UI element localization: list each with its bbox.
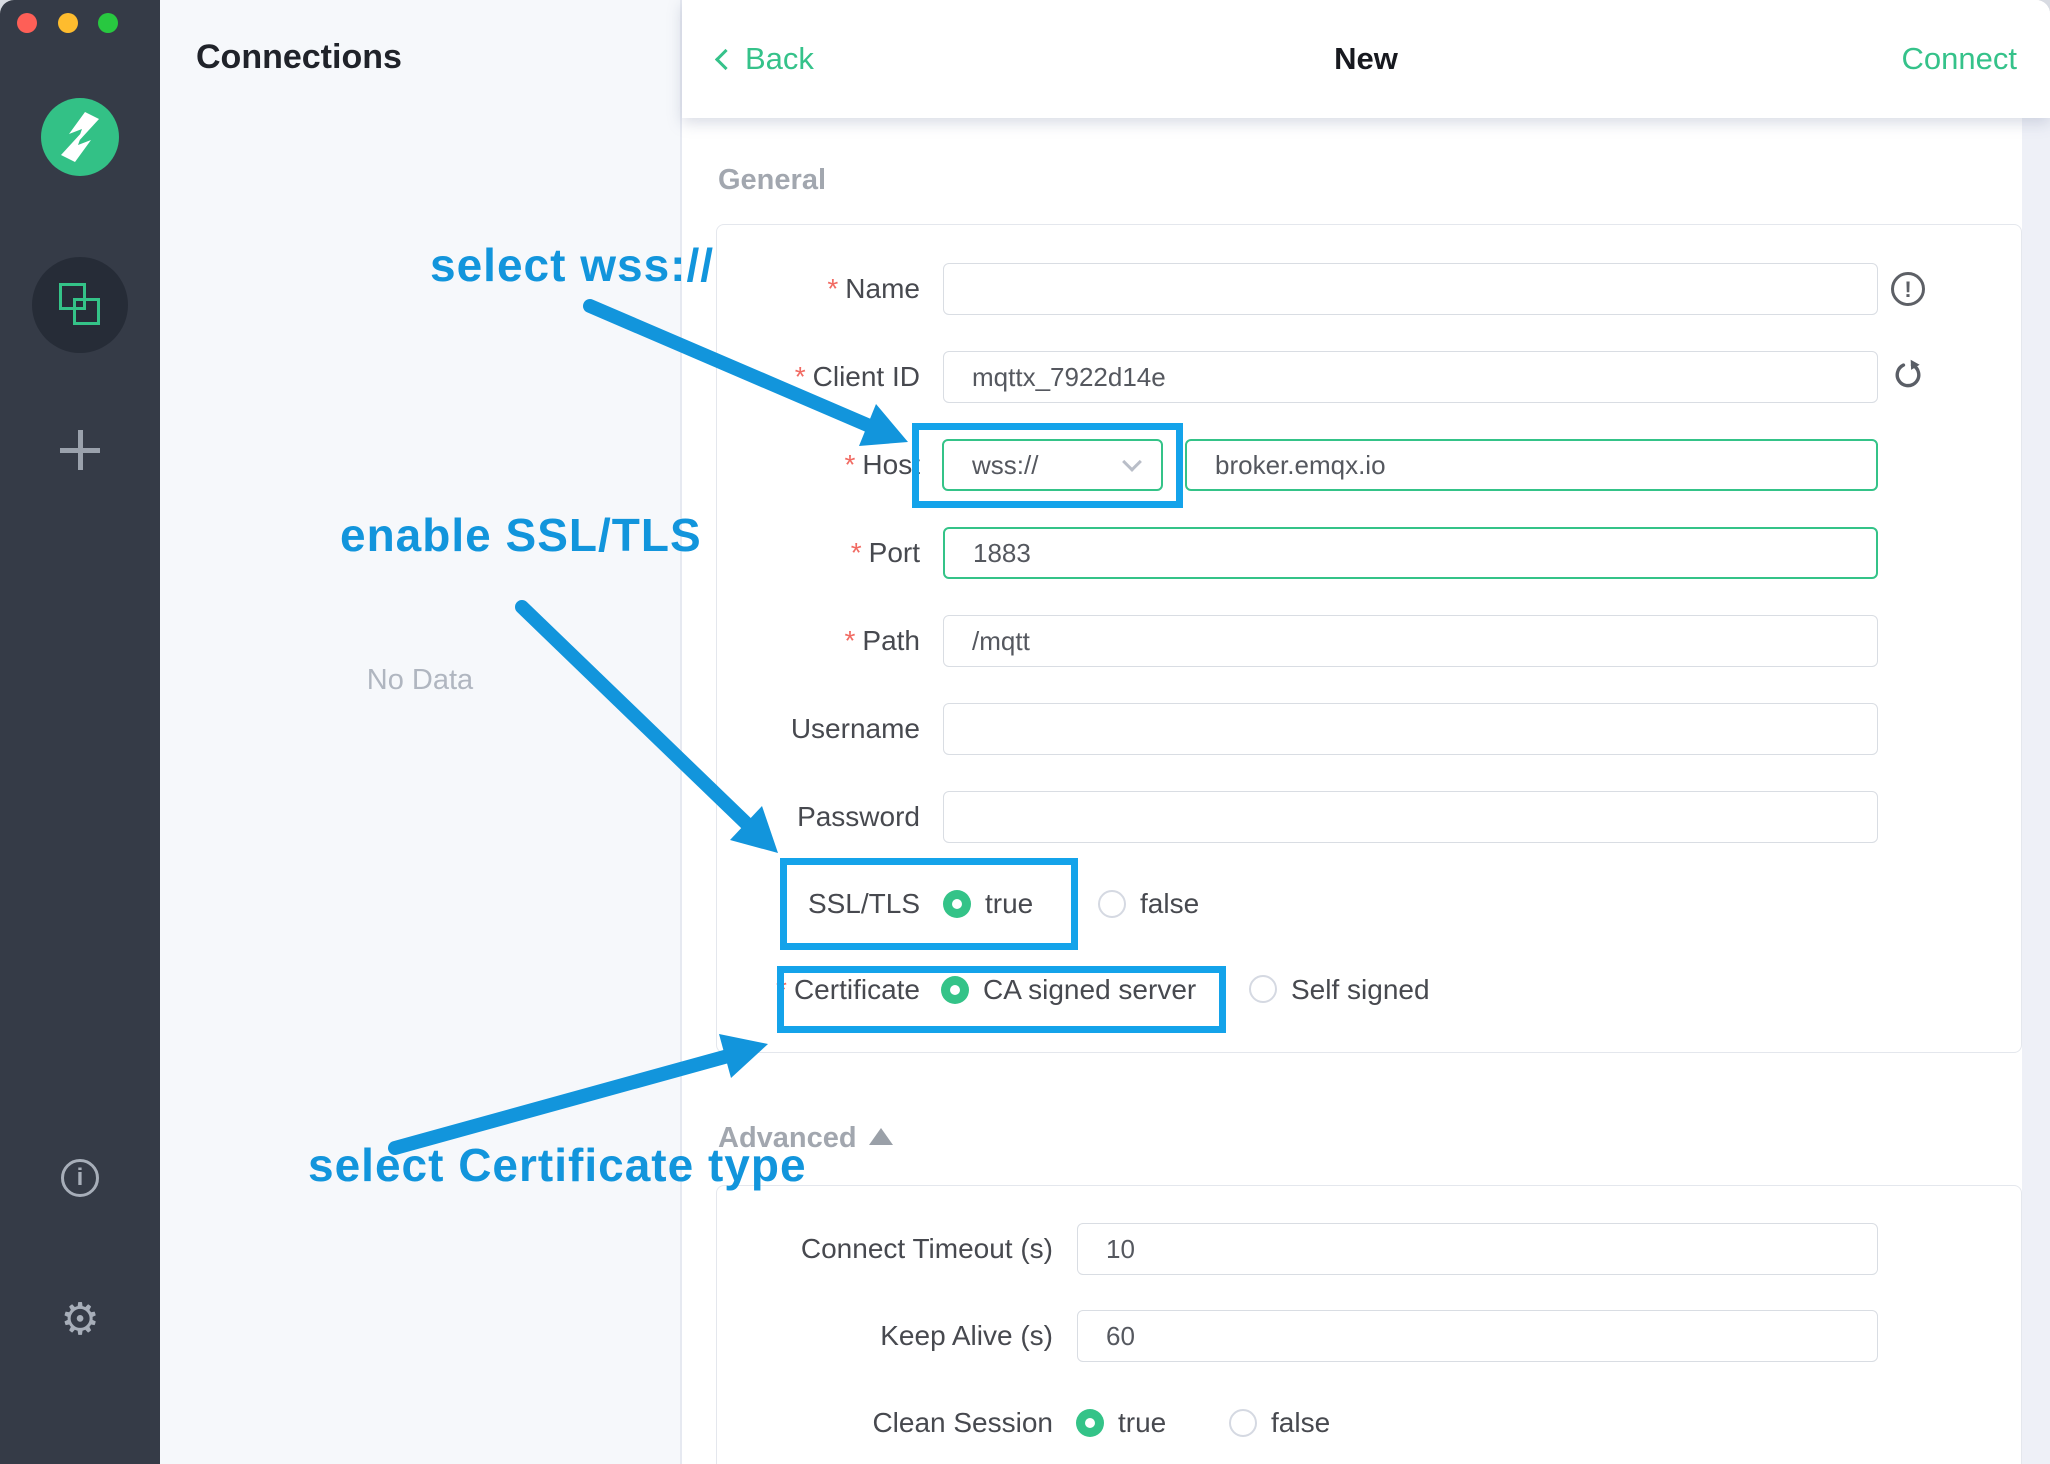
scrollbar-gutter[interactable]	[2022, 118, 2050, 1464]
annotation-select-wss: select wss://	[430, 238, 714, 292]
path-input[interactable]	[943, 615, 1878, 667]
client-id-label: *Client ID	[660, 351, 920, 403]
sidebar-item-connections[interactable]	[32, 257, 128, 353]
annotation-select-certificate: select Certificate type	[308, 1138, 807, 1192]
connect-button[interactable]: Connect	[1902, 30, 2017, 88]
certificate-self-radio-label[interactable]: Self signed	[1291, 964, 1430, 1016]
path-label: *Path	[660, 615, 920, 667]
zoom-window-button[interactable]	[98, 13, 118, 33]
clean-session-label: Clean Session	[733, 1397, 1053, 1449]
highlight-box-ssl	[780, 858, 1078, 950]
minimize-window-button[interactable]	[58, 13, 78, 33]
certificate-self-radio[interactable]	[1249, 975, 1277, 1003]
clean-session-false-radio-label[interactable]: false	[1271, 1397, 1330, 1449]
host-input[interactable]	[1185, 439, 1878, 491]
keep-alive-input[interactable]	[1077, 1310, 1878, 1362]
collapse-triangle-icon	[869, 1128, 893, 1145]
password-label: Password	[660, 791, 920, 843]
mqttx-window: i ⚙ Connections No Data Back New Connect…	[0, 0, 2050, 1464]
page-title: New	[1334, 30, 1398, 88]
settings-gear-icon[interactable]: ⚙	[56, 1296, 104, 1344]
highlight-box-protocol	[912, 423, 1183, 508]
sidebar-rail: i ⚙	[0, 0, 160, 1464]
connections-panel: Connections No Data	[160, 0, 682, 1464]
ssl-false-radio-label[interactable]: false	[1140, 878, 1199, 930]
client-id-input[interactable]	[943, 351, 1878, 403]
name-input[interactable]	[943, 263, 1878, 315]
annotation-enable-ssl: enable SSL/TLS	[340, 508, 702, 562]
chevron-left-icon	[715, 49, 736, 70]
refresh-icon[interactable]	[1891, 358, 1925, 392]
clean-session-true-radio-label[interactable]: true	[1118, 1397, 1166, 1449]
keep-alive-label: Keep Alive (s)	[733, 1310, 1053, 1362]
username-input[interactable]	[943, 703, 1878, 755]
highlight-box-certificate	[777, 966, 1226, 1033]
back-button[interactable]: Back	[718, 30, 814, 88]
username-label: Username	[660, 703, 920, 755]
connect-timeout-input[interactable]	[1077, 1223, 1878, 1275]
port-input[interactable]	[943, 527, 1878, 579]
new-connection-plus-icon[interactable]	[60, 430, 100, 470]
connect-timeout-label: Connect Timeout (s)	[733, 1223, 1053, 1275]
clean-session-true-radio[interactable]	[1076, 1409, 1104, 1437]
connections-panel-title: Connections	[196, 38, 402, 77]
no-data-placeholder: No Data	[160, 664, 680, 697]
alert-circle-icon: !	[1891, 272, 1925, 306]
form-header: Back New Connect	[682, 0, 2050, 118]
close-window-button[interactable]	[17, 13, 37, 33]
about-info-icon[interactable]: i	[61, 1159, 99, 1197]
general-section-title: General	[718, 164, 826, 197]
mqttx-logo-icon	[41, 98, 119, 176]
ssl-false-radio[interactable]	[1098, 890, 1126, 918]
password-input[interactable]	[943, 791, 1878, 843]
clean-session-false-radio[interactable]	[1229, 1409, 1257, 1437]
host-label: *Host	[660, 439, 920, 491]
